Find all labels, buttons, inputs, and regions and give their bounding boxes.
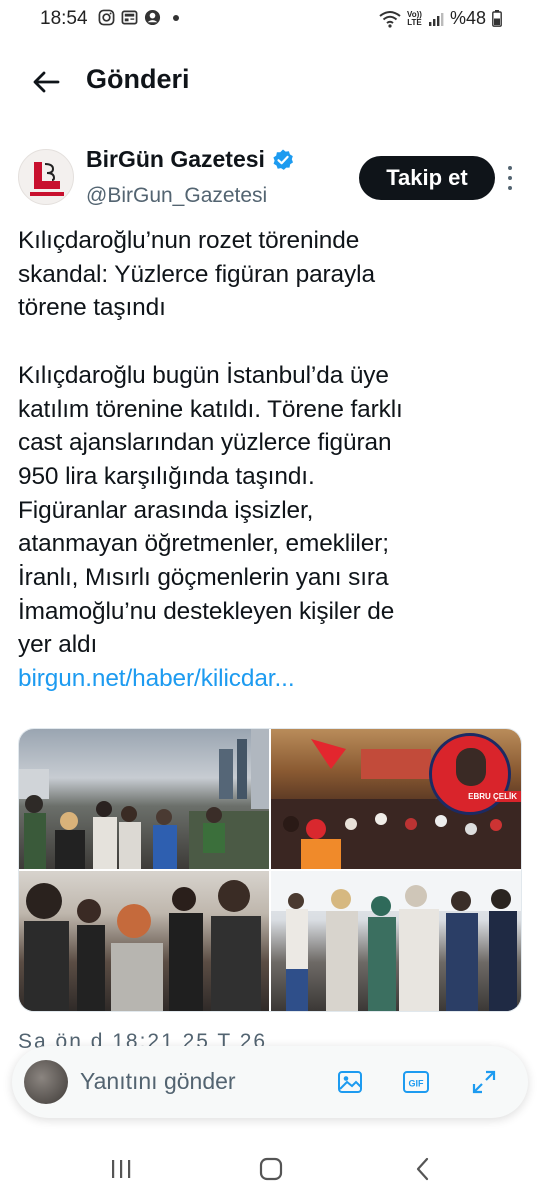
post-text-line: 950 lira karşılığında taşındı. bbox=[18, 462, 315, 490]
author-handle[interactable]: @BirGun_Gazetesi bbox=[86, 184, 267, 208]
verified-badge-icon bbox=[273, 149, 293, 170]
post-link[interactable]: birgun.net/haber/kilicdar... bbox=[18, 662, 518, 696]
gif-label: GIF bbox=[409, 1079, 425, 1089]
crowd-street-image bbox=[19, 729, 269, 869]
battery-percent: %48 bbox=[449, 8, 486, 28]
battery-icon bbox=[492, 10, 502, 27]
notification-dot-icon bbox=[173, 14, 179, 21]
home-icon[interactable] bbox=[256, 1154, 286, 1184]
expand-icon[interactable] bbox=[470, 1068, 498, 1096]
post-text-line: Kılıçdaroğlu bugün İstanbul’da üye bbox=[18, 361, 389, 389]
media-photo-4[interactable] bbox=[271, 871, 521, 1011]
post-text-line: İmamoğlu’nu destekleyen kişiler de bbox=[18, 597, 395, 625]
author-name-text: BirGün Gazetesi bbox=[86, 146, 265, 172]
status-time: 18:54 bbox=[40, 8, 88, 29]
user-avatar bbox=[24, 1060, 68, 1104]
post-text-line: yer aldı bbox=[18, 631, 98, 659]
author-name[interactable]: BirGün Gazetesi bbox=[86, 146, 295, 173]
image-icon[interactable] bbox=[336, 1068, 364, 1096]
post-text-line: İranlı, Mısırlı göçmenlerin yanı sıra bbox=[18, 564, 389, 592]
status-right-icons: Vo)) LTE %48 bbox=[379, 8, 502, 29]
signal-icon bbox=[428, 12, 444, 26]
reporter-badge bbox=[429, 733, 511, 815]
post-text-line: Figüranlar arasında işsizler, bbox=[18, 496, 314, 524]
back-icon[interactable] bbox=[408, 1154, 438, 1184]
follow-button[interactable]: Takip et bbox=[359, 156, 495, 200]
birgun-logo-icon bbox=[30, 162, 64, 196]
arrow-left-icon bbox=[33, 71, 60, 93]
status-bar: 18:54 Vo)) LTE %48 bbox=[0, 0, 540, 40]
media-photo-2[interactable]: EBRU ÇELİK bbox=[271, 729, 521, 869]
wifi-icon bbox=[379, 10, 401, 28]
volte-icon: Vo)) LTE bbox=[407, 9, 422, 27]
reporter-face bbox=[456, 748, 486, 786]
reply-composer[interactable]: Yanıtını gönder GIF bbox=[12, 1046, 528, 1118]
page-title: Gönderi bbox=[86, 64, 190, 94]
account-icon bbox=[144, 9, 161, 26]
system-nav-bar bbox=[0, 1136, 540, 1200]
news-icon bbox=[121, 10, 138, 25]
post-text-line: skandal: Yüzlerce figüran parayla bbox=[18, 260, 375, 288]
back-button[interactable] bbox=[30, 66, 62, 98]
status-left-icons bbox=[98, 9, 179, 26]
crowd-hall-image bbox=[271, 871, 521, 1011]
instagram-icon bbox=[98, 9, 115, 26]
recent-apps-icon[interactable] bbox=[106, 1154, 136, 1184]
reply-input[interactable]: Yanıtını gönder bbox=[80, 1068, 236, 1095]
author-avatar[interactable] bbox=[18, 149, 74, 205]
reporter-name: EBRU ÇELİK bbox=[464, 791, 521, 802]
post-text-line: atanmayan öğretmenler, emekliler; bbox=[18, 530, 389, 558]
post-text-line: törene taşındı bbox=[18, 294, 166, 322]
crowd-indoor-image bbox=[24, 880, 261, 1011]
post-body: Kılıçdaroğlu’nun rozet töreninde skandal… bbox=[18, 224, 518, 696]
more-vertical-icon[interactable] bbox=[503, 166, 517, 190]
media-photo-1[interactable] bbox=[19, 729, 269, 869]
media-grid: EBRU ÇELİK bbox=[18, 728, 522, 1012]
media-photo-3[interactable] bbox=[19, 871, 269, 1011]
top-app-bar: Gönderi bbox=[0, 48, 540, 114]
post-text-line: cast ajanslarından yüzlerce figüran bbox=[18, 429, 392, 457]
gif-icon[interactable]: GIF bbox=[402, 1068, 430, 1096]
post-text-line: Kılıçdaroğlu’nun rozet töreninde bbox=[18, 227, 360, 254]
post-text-line: katılım törenine katıldı. Törene farklı bbox=[18, 395, 403, 423]
